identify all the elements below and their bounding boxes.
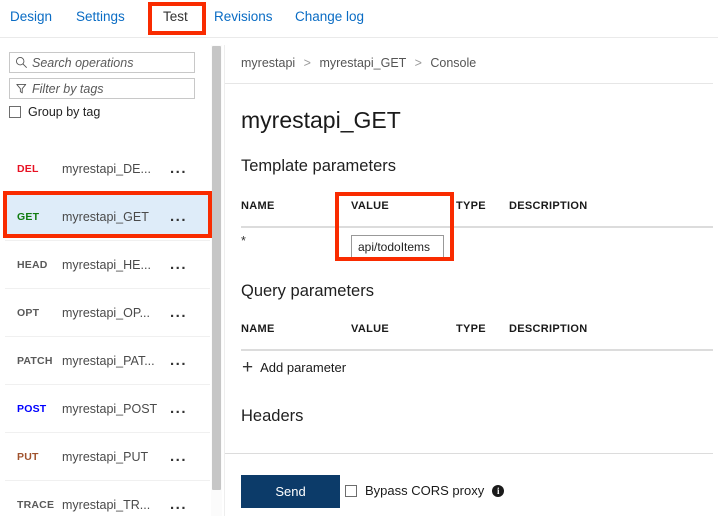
operation-name: myrestapi_POST (62, 401, 158, 416)
operation-row-divider (5, 336, 210, 337)
breadcrumb-item-console: Console (430, 56, 477, 70)
tab-change-log[interactable]: Change log (295, 9, 364, 24)
template-parameters-table: NAME VALUE TYPE DESCRIPTION * api/todoIt… (241, 200, 713, 272)
info-icon[interactable]: i (492, 484, 505, 497)
group-by-tag-label: Group by tag (28, 105, 101, 119)
column-header-value: VALUE (351, 323, 389, 335)
column-header-description: DESCRIPTION (509, 200, 588, 212)
checkbox-box (345, 484, 357, 497)
operation-overflow-menu-icon[interactable]: ... (170, 161, 187, 176)
operation-name: myrestapi_HE... (62, 257, 151, 272)
operation-method-badge: GET (17, 210, 40, 223)
operation-overflow-menu-icon[interactable]: ... (170, 497, 187, 512)
search-operations-placeholder: Search operations (32, 55, 134, 70)
tab-revisions[interactable]: Revisions (214, 9, 273, 24)
operation-name: myrestapi_TR... (62, 497, 151, 512)
search-icon (10, 53, 32, 72)
add-parameter-button[interactable]: + Add parameter (242, 356, 347, 378)
filter-by-tags-input[interactable]: Filter by tags (9, 78, 195, 99)
operation-row-head[interactable]: HEAD myrestapi_HE...... (5, 243, 210, 286)
query-parameters-table: NAME VALUE TYPE DESCRIPTION (241, 323, 713, 351)
operation-row-opt[interactable]: OPT myrestapi_OP...... (5, 291, 210, 334)
breadcrumb: myrestapi > myrestapi_GET > Console (241, 56, 476, 70)
column-header-name: NAME (241, 200, 275, 212)
tab-test[interactable]: Test (163, 9, 188, 24)
operation-row-get[interactable]: GET myrestapi_GET... (5, 195, 210, 238)
parameter-name: * (241, 234, 246, 248)
query-parameters-heading: Query parameters (241, 282, 374, 300)
operation-name: myrestapi_DE... (62, 161, 151, 176)
table-header-rule (241, 349, 713, 351)
operation-overflow-menu-icon[interactable]: ... (170, 257, 187, 272)
operation-name: myrestapi_PUT (62, 449, 149, 464)
table-header-row: NAME VALUE TYPE DESCRIPTION (241, 200, 713, 228)
checkbox-box (9, 106, 21, 118)
operation-name: myrestapi_OP... (62, 305, 151, 320)
template-parameters-heading: Template parameters (241, 157, 396, 175)
operations-sidebar: Search operations Filter by tags Group b… (0, 45, 220, 516)
api-management-test-console: Design Settings Test Revisions Change lo… (0, 0, 718, 516)
table-header-row: NAME VALUE TYPE DESCRIPTION (241, 323, 713, 351)
operation-overflow-menu-icon[interactable]: ... (170, 209, 187, 224)
column-header-name: NAME (241, 323, 275, 335)
operation-method-badge: PATCH (17, 354, 53, 367)
column-header-value: VALUE (351, 200, 389, 212)
footer-divider (225, 453, 713, 454)
operation-method-badge: TRACE (17, 498, 55, 511)
plus-icon: + (242, 356, 254, 378)
operation-row-patch[interactable]: PATCH myrestapi_PAT...... (5, 339, 210, 382)
sidebar-scrollbar-thumb[interactable] (212, 46, 221, 490)
send-button[interactable]: Send (241, 475, 340, 508)
breadcrumb-item-api[interactable]: myrestapi (241, 56, 295, 70)
operation-row-del[interactable]: DEL myrestapi_DE...... (5, 147, 210, 190)
operation-row-divider (5, 384, 210, 385)
breadcrumb-divider (225, 83, 713, 84)
breadcrumb-separator: > (303, 56, 311, 70)
tab-design[interactable]: Design (10, 9, 52, 24)
bypass-cors-proxy-checkbox[interactable]: Bypass CORS proxy i (345, 483, 505, 498)
operation-row-divider (5, 192, 210, 193)
headers-heading: Headers (241, 407, 304, 425)
operation-row-divider (5, 480, 210, 481)
operation-method-badge: PUT (17, 450, 39, 463)
breadcrumb-item-operation[interactable]: myrestapi_GET (319, 56, 406, 70)
page-title: myrestapi_GET (241, 107, 401, 133)
bypass-cors-proxy-label: Bypass CORS proxy (365, 483, 485, 498)
console-main-panel: myrestapi > myrestapi_GET > Console myre… (225, 45, 718, 516)
column-header-description: DESCRIPTION (509, 323, 588, 335)
operation-method-badge: DEL (17, 162, 39, 175)
group-by-tag-checkbox[interactable]: Group by tag (9, 105, 100, 119)
operation-row-trace[interactable]: TRACE myrestapi_TR...... (5, 483, 210, 516)
top-tab-bar: Design Settings Test Revisions Change lo… (0, 0, 718, 38)
filter-by-tags-placeholder: Filter by tags (32, 81, 104, 96)
operation-overflow-menu-icon[interactable]: ... (170, 401, 187, 416)
operation-row-divider (5, 432, 210, 433)
operation-method-badge: OPT (17, 306, 40, 319)
table-row: * api/todoItems (241, 226, 713, 272)
operation-method-badge: POST (17, 402, 47, 415)
filter-icon (10, 79, 32, 98)
search-operations-input[interactable]: Search operations (9, 52, 195, 73)
operation-row-divider (5, 240, 210, 241)
operation-overflow-menu-icon[interactable]: ... (170, 449, 187, 464)
operation-name: myrestapi_GET (62, 209, 149, 224)
operation-overflow-menu-icon[interactable]: ... (170, 353, 187, 368)
tab-bar-divider (0, 37, 718, 38)
column-header-type: TYPE (456, 323, 486, 335)
column-header-type: TYPE (456, 200, 486, 212)
operation-row-put[interactable]: PUT myrestapi_PUT... (5, 435, 210, 478)
operation-row-post[interactable]: POST myrestapi_POST... (5, 387, 210, 430)
operation-overflow-menu-icon[interactable]: ... (170, 305, 187, 320)
template-parameter-value-input[interactable]: api/todoItems (351, 235, 444, 258)
breadcrumb-separator-2: > (414, 56, 422, 70)
operation-name: myrestapi_PAT... (62, 353, 155, 368)
operation-method-badge: HEAD (17, 258, 48, 271)
operation-row-divider (5, 288, 210, 289)
tab-settings[interactable]: Settings (76, 9, 125, 24)
add-parameter-label: Add parameter (260, 360, 347, 375)
